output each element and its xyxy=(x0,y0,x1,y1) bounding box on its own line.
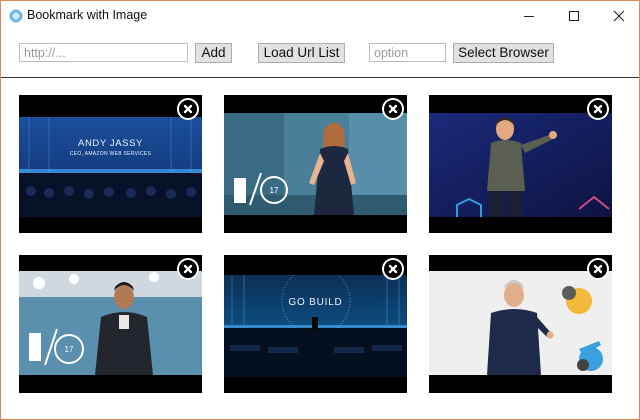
bookmark-thumbnail[interactable] xyxy=(429,255,612,393)
maximize-button[interactable] xyxy=(552,1,596,31)
add-button[interactable]: Add xyxy=(195,43,232,63)
load-url-list-button[interactable]: Load Url List xyxy=(258,43,345,63)
maximize-icon xyxy=(569,11,579,21)
slide-title: GO BUILD xyxy=(288,297,343,308)
close-icon xyxy=(183,264,193,274)
select-browser-button[interactable]: Select Browser xyxy=(453,43,554,63)
window-title: Bookmark with Image xyxy=(27,8,148,22)
app-window: Bookmark with Image Add Load Url List Se… xyxy=(0,0,640,420)
remove-bookmark-button[interactable] xyxy=(587,98,609,120)
thumbnail-image xyxy=(429,271,612,375)
option-input[interactable] xyxy=(369,43,446,62)
remove-bookmark-button[interactable] xyxy=(177,258,199,280)
thumbnail-image: 17 xyxy=(224,113,407,215)
title-bar[interactable]: Bookmark with Image xyxy=(1,1,639,31)
slide-subtitle: CEO, AMAZON WEB SERVICES xyxy=(69,151,152,157)
io-badge-text: 17 xyxy=(270,186,279,195)
close-icon xyxy=(388,104,398,114)
remove-bookmark-button[interactable] xyxy=(382,258,404,280)
slide-title: ANDY JASSY xyxy=(78,138,143,149)
io-badge-text: 17 xyxy=(65,345,74,354)
minimize-icon xyxy=(524,16,534,17)
thumbnail-image xyxy=(429,113,612,217)
minimize-button[interactable] xyxy=(507,1,551,31)
thumbnail-image xyxy=(19,117,202,217)
remove-bookmark-button[interactable] xyxy=(177,98,199,120)
bookmark-thumbnail[interactable]: GO BUILD xyxy=(224,255,407,393)
bookmark-thumbnail[interactable]: ANDY JASSY CEO, AMAZON WEB SERVICES xyxy=(19,95,202,233)
bookmark-thumbnail[interactable]: 17 xyxy=(224,95,407,233)
remove-bookmark-button[interactable] xyxy=(587,258,609,280)
bookmark-thumbnail[interactable] xyxy=(429,95,612,233)
close-icon xyxy=(183,104,193,114)
close-icon xyxy=(593,264,603,274)
close-icon xyxy=(613,10,625,22)
url-input[interactable] xyxy=(19,43,188,62)
bookmark-thumbnail[interactable]: 17 xyxy=(19,255,202,393)
close-icon xyxy=(593,104,603,114)
remove-bookmark-button[interactable] xyxy=(382,98,404,120)
thumbnail-image: 17 xyxy=(19,271,202,375)
close-icon xyxy=(388,264,398,274)
thumbnail-image xyxy=(224,275,407,377)
close-button[interactable] xyxy=(597,1,640,31)
app-icon xyxy=(9,9,23,23)
toolbar-separator xyxy=(1,77,639,78)
